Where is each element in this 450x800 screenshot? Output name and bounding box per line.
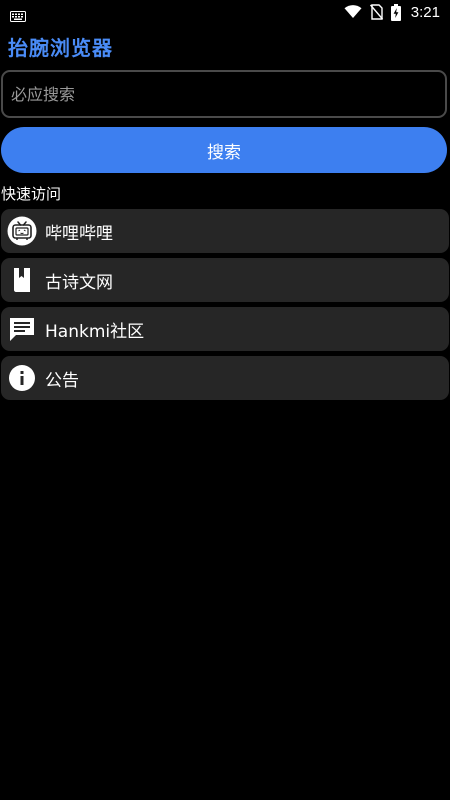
no-sim-icon — [369, 4, 383, 20]
message-icon — [7, 314, 37, 344]
quick-item-label: 公告 — [45, 370, 79, 391]
search-input[interactable] — [1, 70, 447, 118]
status-time: 3:21 — [410, 3, 440, 21]
quick-item-label: 哔哩哔哩 — [45, 223, 113, 244]
info-icon — [7, 363, 37, 393]
quick-item-gushiwen[interactable]: 古诗文网 — [1, 258, 449, 302]
quick-item-notice[interactable]: 公告 — [1, 356, 449, 400]
quick-access-label: 快速访问 — [1, 185, 62, 203]
quick-item-hankmi[interactable]: Hankmi社区 — [1, 307, 449, 351]
tv-icon — [7, 216, 37, 246]
browser-app: 3:21 抬腕浏览器 搜索 快速访问 哔哩哔哩 — [0, 0, 450, 800]
quick-item-label: 古诗文网 — [45, 272, 113, 293]
battery-charging-icon — [390, 3, 401, 21]
search-button[interactable]: 搜索 — [1, 127, 447, 173]
quick-item-label: Hankmi社区 — [45, 321, 145, 342]
quick-item-bilibili[interactable]: 哔哩哔哩 — [1, 209, 449, 253]
status-bar: 3:21 — [0, 0, 450, 24]
wifi-icon — [344, 5, 362, 19]
book-icon — [7, 265, 37, 295]
app-title: 抬腕浏览器 — [8, 36, 113, 60]
keyboard-icon — [10, 7, 26, 22]
status-right: 3:21 — [344, 3, 440, 21]
status-left — [10, 7, 26, 22]
quick-access-list: 哔哩哔哩 古诗文网 Hankmi社区 公告 — [1, 209, 449, 400]
